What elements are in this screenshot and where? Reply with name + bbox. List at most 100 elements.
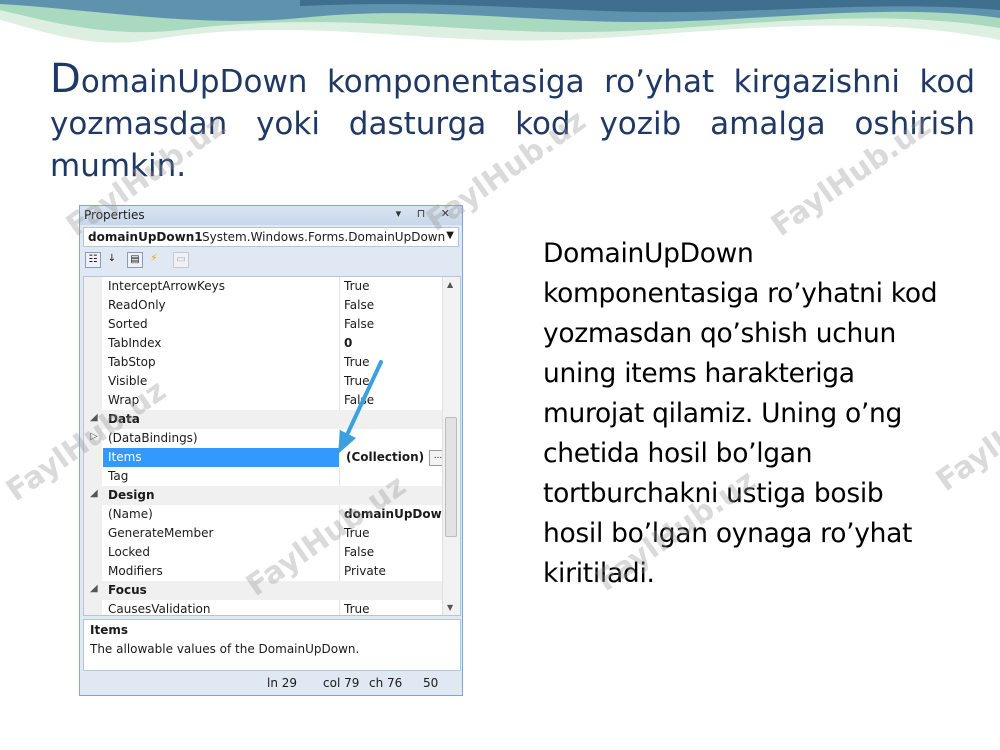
- row-gutter: [84, 315, 102, 334]
- alphabetical-icon[interactable]: ↓: [104, 252, 120, 268]
- property-name: Locked: [108, 545, 150, 559]
- row-gutter: [84, 334, 102, 353]
- category-name: Focus: [108, 583, 147, 597]
- status-ch: ch 76: [369, 676, 403, 690]
- title-first-letter: D: [50, 56, 81, 102]
- property-value[interactable]: Private: [344, 564, 386, 578]
- property-name: Sorted: [108, 317, 148, 331]
- window-buttons[interactable]: ▾ ⊓ ✕: [396, 207, 456, 220]
- property-row[interactable]: Locked False: [84, 543, 443, 562]
- property-row[interactable]: ▷ (DataBindings): [84, 429, 443, 448]
- collapse-triangle-icon[interactable]: ◢: [90, 583, 98, 594]
- category-name: Data: [108, 412, 140, 426]
- body-text: DomainUpDown komponentasiga ro’yhatni ko…: [543, 238, 938, 589]
- property-row[interactable]: Visible True: [84, 372, 443, 391]
- expand-triangle-icon[interactable]: ▷: [90, 431, 98, 442]
- property-value[interactable]: False: [344, 317, 374, 331]
- property-value[interactable]: False: [344, 545, 374, 559]
- property-value[interactable]: True: [344, 526, 370, 540]
- property-row-items[interactable]: Items (Collection)...: [84, 448, 447, 467]
- chevron-down-icon[interactable]: ▼: [446, 230, 454, 241]
- property-name: InterceptArrowKeys: [108, 279, 225, 293]
- row-gutter: [84, 353, 102, 372]
- property-name: TabStop: [108, 355, 156, 369]
- property-name: TabIndex: [108, 336, 162, 350]
- property-name: CausesValidation: [108, 602, 211, 616]
- property-row[interactable]: ReadOnly False: [84, 296, 443, 315]
- property-row[interactable]: Wrap False: [84, 391, 443, 410]
- property-name: (DataBindings): [108, 431, 198, 445]
- object-name: domainUpDown1: [88, 230, 203, 244]
- collapse-triangle-icon[interactable]: ◢: [90, 488, 98, 499]
- category-row-data[interactable]: ◢ Data: [84, 410, 443, 429]
- property-row[interactable]: GenerateMember True: [84, 524, 443, 543]
- vertical-scrollbar[interactable]: ▲ ▼: [442, 277, 460, 615]
- scroll-down-icon[interactable]: ▼: [447, 603, 453, 612]
- properties-title: Properties: [84, 208, 145, 222]
- property-row[interactable]: TabIndex 0: [84, 334, 443, 353]
- column-divider: [339, 562, 340, 581]
- property-value[interactable]: False: [344, 298, 374, 312]
- column-divider: [339, 524, 340, 543]
- property-row[interactable]: Tag: [84, 467, 443, 486]
- property-row[interactable]: InterceptArrowKeys True: [84, 277, 443, 296]
- property-name: Items: [103, 448, 339, 467]
- categorized-icon[interactable]: ☷: [85, 252, 101, 268]
- property-value[interactable]: True: [344, 602, 370, 615]
- property-value[interactable]: (Collection): [346, 450, 424, 464]
- column-divider: [339, 391, 340, 410]
- column-divider: [339, 429, 340, 448]
- property-name: Tag: [108, 469, 129, 483]
- category-row-design[interactable]: ◢ Design: [84, 486, 443, 505]
- description-title: Items: [90, 623, 128, 637]
- properties-titlebar[interactable]: Properties ▾ ⊓ ✕: [80, 206, 462, 225]
- scrollbar-thumb[interactable]: [445, 417, 457, 537]
- row-gutter: [84, 505, 102, 524]
- property-value[interactable]: True: [344, 355, 370, 369]
- object-type: System.Windows.Forms.DomainUpDown: [202, 230, 446, 244]
- category-row-focus[interactable]: ◢ Focus: [84, 581, 443, 600]
- description-pane: Items The allowable values of the Domain…: [83, 619, 461, 671]
- row-gutter: [84, 296, 102, 315]
- column-divider: [339, 505, 340, 524]
- property-name: ReadOnly: [108, 298, 166, 312]
- property-value[interactable]: True: [344, 279, 370, 293]
- column-divider: [339, 467, 340, 486]
- property-value[interactable]: True: [344, 374, 370, 388]
- status-col: col 79: [323, 676, 360, 690]
- column-divider: [339, 296, 340, 315]
- description-text: The allowable values of the DomainUpDown…: [90, 642, 360, 656]
- property-value[interactable]: False: [344, 393, 374, 407]
- row-gutter: [84, 467, 102, 486]
- status-ln: ln 29: [267, 676, 298, 690]
- events-icon[interactable]: ⚡: [146, 252, 162, 268]
- row-gutter: [84, 277, 102, 296]
- property-pages-icon[interactable]: ▭: [173, 252, 189, 268]
- column-divider: [339, 277, 340, 296]
- properties-toolbar: ☷ ↓ ▤ ⚡ ▭: [83, 249, 459, 273]
- status-bar: ln 29 col 79 ch 76 50: [80, 673, 462, 693]
- property-row[interactable]: Modifiers Private: [84, 562, 443, 581]
- property-grid: InterceptArrowKeys True ReadOnly False Sor…: [83, 276, 461, 616]
- property-value[interactable]: 0: [344, 336, 352, 350]
- status-extra: 50: [423, 676, 439, 690]
- properties-window: Properties ▾ ⊓ ✕ domainUpDown1 System.Wi…: [79, 205, 463, 696]
- collapse-triangle-icon[interactable]: ◢: [90, 412, 98, 423]
- scroll-up-icon[interactable]: ▲: [447, 280, 453, 289]
- title-rest: omainUpDown komponentasiga ro’yhat kirga…: [50, 64, 975, 184]
- properties-icon[interactable]: ▤: [127, 252, 143, 268]
- row-gutter: [84, 524, 102, 543]
- object-selector[interactable]: domainUpDown1 System.Windows.Forms.Domai…: [83, 227, 459, 247]
- property-row[interactable]: Sorted False: [84, 315, 443, 334]
- column-divider: [339, 372, 340, 391]
- column-divider: [339, 600, 340, 615]
- property-row[interactable]: TabStop True: [84, 353, 443, 372]
- row-gutter: [84, 562, 102, 581]
- column-divider: [339, 315, 340, 334]
- property-row[interactable]: CausesValidation True: [84, 600, 443, 616]
- property-name: Modifiers: [108, 564, 163, 578]
- property-name: Wrap: [108, 393, 140, 407]
- property-name: Visible: [108, 374, 148, 388]
- column-divider: [339, 543, 340, 562]
- property-row[interactable]: (Name) domainUpDown1: [84, 505, 459, 524]
